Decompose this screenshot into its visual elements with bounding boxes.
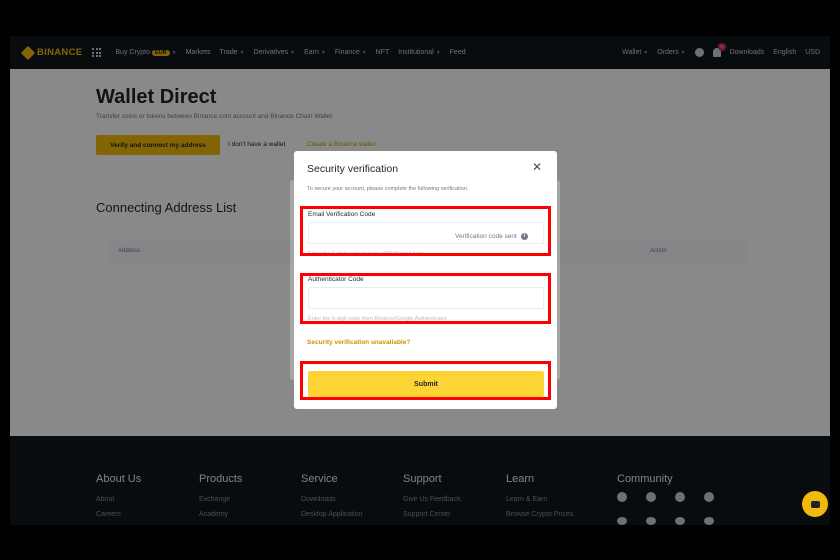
submit-button[interactable]: Submit (308, 371, 544, 397)
verification-unavailable-link[interactable]: Security verification unavailable? (307, 339, 410, 346)
chat-support-button[interactable] (802, 491, 828, 517)
chat-icon (810, 500, 820, 508)
authenticator-code-label: Authenticator Code (308, 276, 364, 283)
code-sent-status: Verification code sent i (455, 233, 528, 240)
info-icon[interactable]: i (520, 233, 528, 240)
modal-title: Security verification (307, 163, 399, 175)
authenticator-code-hint: Enter the 6-digit code from Binance/Goog… (308, 316, 448, 322)
security-verification-modal: Security verification ✕ To secure your a… (294, 151, 557, 409)
close-icon[interactable]: ✕ (531, 161, 543, 173)
modal-description: To secure your account, please complete … (307, 186, 469, 192)
app-screen: BINANCE Buy Crypto EUR ▼ Markets Trade ▼ … (10, 36, 830, 525)
email-code-hint: Enter the 6-digit code sent to ad***@gma… (308, 251, 424, 257)
email-code-label: Email Verification Code (308, 211, 376, 218)
authenticator-code-input[interactable] (308, 287, 544, 309)
code-sent-text: Verification code sent (455, 233, 517, 240)
